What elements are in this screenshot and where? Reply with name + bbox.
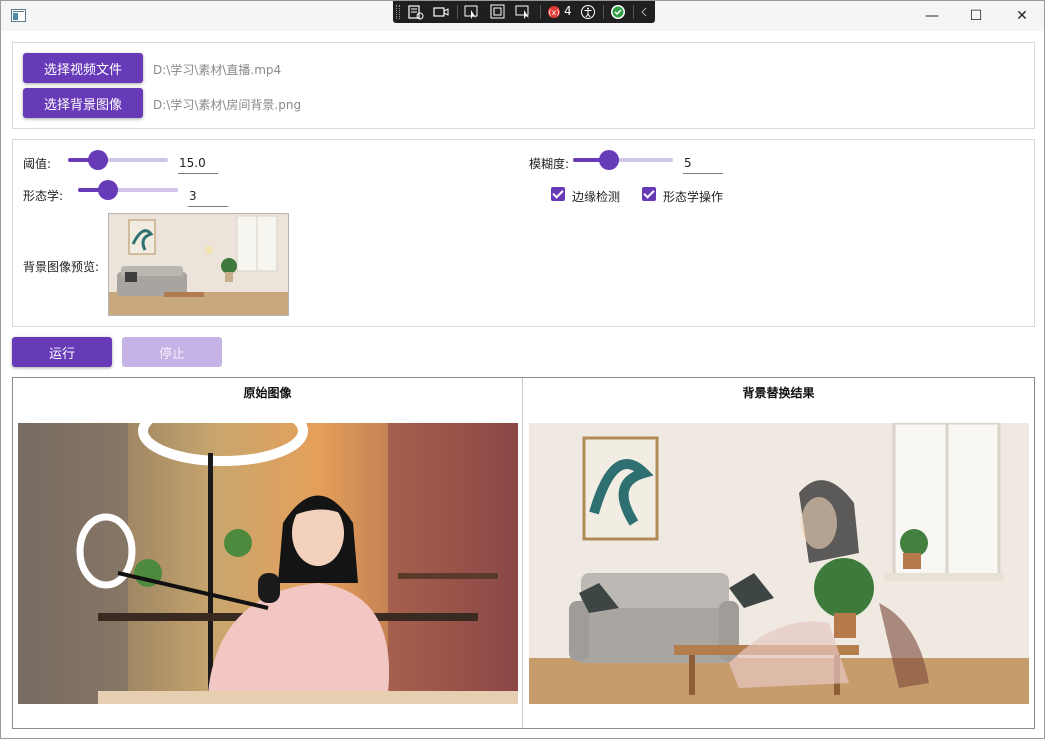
track-focus-icon[interactable] bbox=[515, 4, 533, 20]
morph-op-label: 形态学操作 bbox=[663, 190, 724, 204]
blur-input[interactable]: 5 bbox=[683, 152, 723, 174]
original-video-frame bbox=[18, 423, 518, 704]
minimize-button[interactable]: — bbox=[909, 1, 955, 31]
result-video-frame bbox=[529, 423, 1029, 704]
svg-text:(x): (x) bbox=[549, 8, 560, 17]
blur-slider[interactable] bbox=[573, 150, 673, 170]
check-status-icon[interactable] bbox=[609, 4, 627, 20]
close-icon: ✕ bbox=[1016, 8, 1028, 24]
blur-slider-thumb[interactable] bbox=[599, 150, 619, 170]
failure-count: 4 bbox=[564, 4, 572, 18]
stop-button[interactable]: 停止 bbox=[122, 337, 222, 367]
maximize-icon: ☐ bbox=[969, 8, 983, 24]
select-element-icon[interactable] bbox=[463, 4, 481, 20]
panel-divider bbox=[522, 378, 523, 728]
threshold-slider[interactable] bbox=[68, 150, 168, 170]
edge-detect-label: 边缘检测 bbox=[572, 190, 621, 204]
minimize-icon: — bbox=[925, 8, 939, 24]
close-button[interactable]: ✕ bbox=[999, 1, 1045, 31]
debug-toolbar: (x) 4 bbox=[393, 1, 655, 23]
title-bar: (x) 4 — ☐ ✕ bbox=[1, 1, 1044, 31]
background-path: D:\学习\素材\房间背景.png bbox=[153, 98, 302, 112]
run-button[interactable]: 运行 bbox=[12, 337, 112, 367]
live-tree-icon[interactable] bbox=[407, 4, 425, 20]
threshold-label: 阈值: bbox=[23, 157, 52, 171]
preview-label: 背景图像预览: bbox=[23, 260, 100, 274]
app-icon bbox=[11, 9, 26, 22]
result-panel-title: 背景替换结果 bbox=[742, 386, 815, 400]
blur-label: 模糊度: bbox=[529, 157, 570, 171]
video-icon[interactable] bbox=[432, 4, 450, 20]
select-video-button[interactable]: 选择视频文件 bbox=[23, 53, 143, 83]
file-selection-group bbox=[12, 42, 1035, 129]
morph-label: 形态学: bbox=[23, 189, 64, 203]
threshold-slider-thumb[interactable] bbox=[88, 150, 108, 170]
layout-adorner-icon[interactable] bbox=[489, 4, 507, 20]
morph-slider-thumb[interactable] bbox=[98, 180, 118, 200]
accessibility-icon[interactable] bbox=[579, 4, 597, 20]
background-preview-image bbox=[108, 213, 289, 316]
edge-detect-checkbox[interactable] bbox=[551, 187, 565, 201]
app-window: (x) 4 — ☐ ✕ 选择视频文件 D:\学习\素材\直播.mp4 选择背景图… bbox=[0, 0, 1045, 739]
grip-icon[interactable] bbox=[396, 5, 400, 19]
video-path: D:\学习\素材\直播.mp4 bbox=[153, 63, 282, 77]
morph-slider[interactable] bbox=[78, 180, 178, 200]
select-background-button[interactable]: 选择背景图像 bbox=[23, 88, 143, 118]
original-panel-title: 原始图像 bbox=[243, 386, 292, 400]
morph-input[interactable]: 3 bbox=[188, 185, 228, 207]
collapse-chevron-icon[interactable] bbox=[636, 4, 654, 20]
binding-failures-icon[interactable]: (x) bbox=[546, 4, 564, 20]
threshold-input[interactable]: 15.0 bbox=[178, 152, 218, 174]
maximize-button[interactable]: ☐ bbox=[953, 1, 999, 31]
morph-op-checkbox[interactable] bbox=[642, 187, 656, 201]
